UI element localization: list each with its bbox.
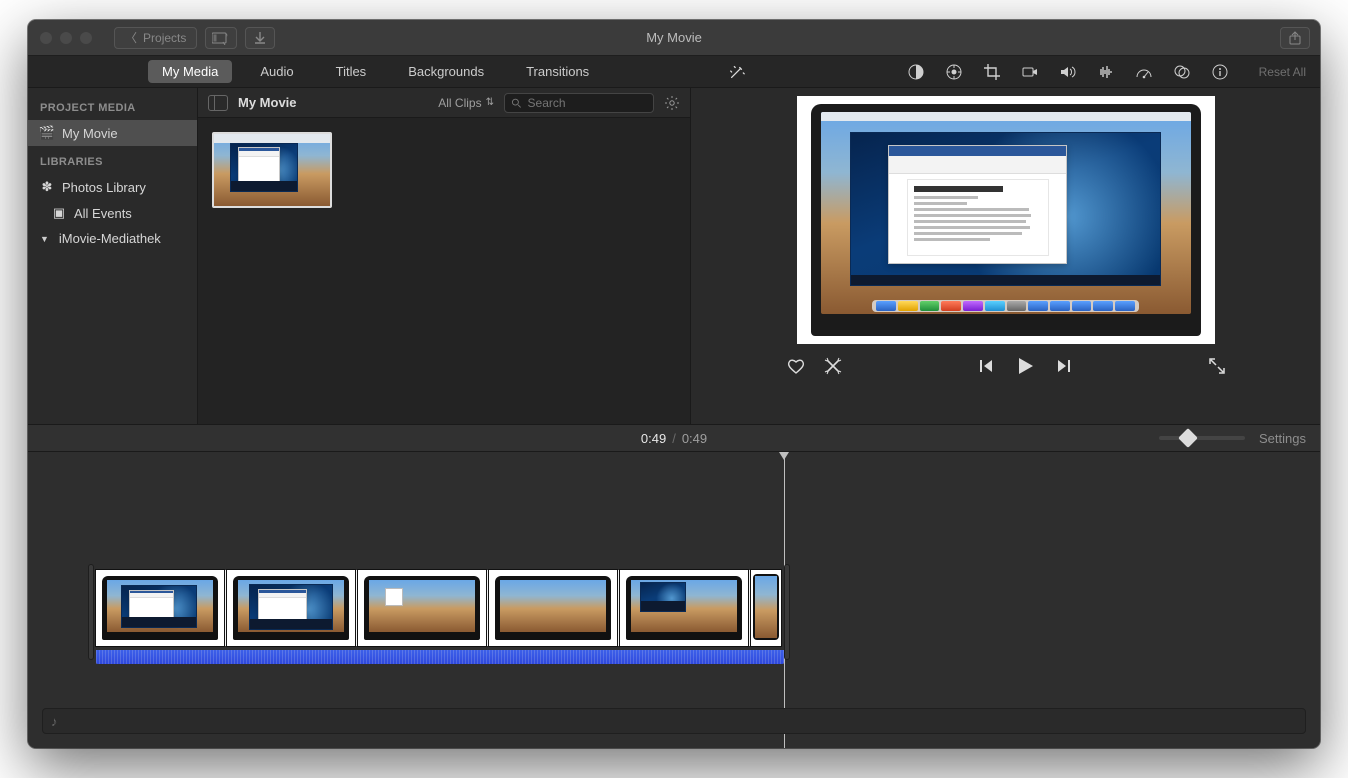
sidebar-item-label: Photos Library (62, 180, 146, 195)
timeline-clip-frame[interactable] (227, 570, 355, 646)
filters-icon[interactable] (1173, 63, 1191, 81)
clip-trim-handle-left[interactable] (88, 564, 94, 660)
background-music-track[interactable]: ♪ (42, 708, 1306, 734)
star-box-icon: ▣ (52, 205, 66, 221)
audio-waveform[interactable] (96, 650, 784, 664)
projects-back-label: Projects (143, 31, 186, 45)
playhead-time: 0:49 (641, 431, 666, 446)
titlebar: 〈Projects ♪ My Movie (28, 20, 1320, 56)
noise-equalizer-icon[interactable] (1097, 63, 1115, 81)
left-column: PROJECT MEDIA 🎬 My Movie LIBRARIES ✽ Pho… (28, 88, 691, 424)
zoom-window-button[interactable] (80, 32, 92, 44)
sidebar-item-all-events[interactable]: ▣ All Events (28, 200, 197, 226)
window-controls (40, 32, 92, 44)
prev-frame-button[interactable] (977, 357, 995, 375)
zoom-slider[interactable] (1159, 436, 1245, 440)
search-field[interactable] (504, 93, 654, 113)
stabilization-icon[interactable] (1021, 63, 1039, 81)
tab-my-media[interactable]: My Media (148, 60, 232, 83)
reset-all-button[interactable]: Reset All (1259, 65, 1306, 79)
video-track[interactable] (96, 570, 781, 654)
timeline-clip-frame[interactable] (489, 570, 617, 646)
clip-trim-handle-right[interactable] (784, 564, 790, 660)
preview-content (811, 104, 1201, 336)
sidebar: PROJECT MEDIA 🎬 My Movie LIBRARIES ✽ Pho… (28, 88, 198, 424)
zoom-thumb[interactable] (1178, 428, 1198, 448)
browser-settings-gear-icon[interactable] (664, 95, 680, 111)
close-window-button[interactable] (40, 32, 52, 44)
media-clip-thumbnail[interactable]: 11m (212, 132, 332, 208)
info-icon[interactable] (1211, 63, 1229, 81)
svg-text:♪: ♪ (225, 33, 228, 39)
timeline-clip-frame[interactable] (358, 570, 486, 646)
timeline[interactable]: ♪ (28, 452, 1320, 748)
crop-icon[interactable] (983, 63, 1001, 81)
reject-x-icon[interactable] (824, 357, 842, 375)
timeline-clip-frame[interactable] (620, 570, 748, 646)
preview-viewer[interactable] (797, 96, 1215, 344)
chevron-up-down-icon: ⇅ (486, 97, 494, 108)
search-icon (511, 97, 522, 109)
speed-icon[interactable] (1135, 63, 1153, 81)
tab-titles[interactable]: Titles (322, 60, 381, 83)
music-note-icon: ♪ (51, 714, 58, 729)
sidebar-heading-project-media: PROJECT MEDIA (28, 92, 197, 120)
playback-controls (786, 354, 1226, 378)
sidebar-item-my-movie[interactable]: 🎬 My Movie (28, 120, 197, 146)
list-view-toggle[interactable] (208, 95, 228, 111)
timeline-header: 0:49 / 0:49 Settings (28, 424, 1320, 452)
media-tabs: My Media Audio Titles Backgrounds Transi… (148, 60, 603, 83)
disclosure-triangle-icon[interactable]: ▼ (40, 234, 49, 244)
projects-back-button[interactable]: 〈Projects (114, 27, 197, 49)
timeline-settings-button[interactable]: Settings (1259, 431, 1306, 446)
tab-backgrounds[interactable]: Backgrounds (394, 60, 498, 83)
minimize-window-button[interactable] (60, 32, 72, 44)
volume-icon[interactable] (1059, 63, 1077, 81)
color-balance-icon[interactable] (907, 63, 925, 81)
total-duration: 0:49 (682, 431, 707, 446)
next-frame-button[interactable] (1055, 357, 1073, 375)
browser-title: My Movie (238, 95, 297, 110)
import-download-button[interactable] (245, 27, 275, 49)
magic-wand-icon[interactable] (728, 63, 746, 81)
color-correction-icon[interactable] (945, 63, 963, 81)
media-browser: My Movie All Clips ⇅ (198, 88, 690, 424)
search-input[interactable] (528, 96, 647, 110)
sidebar-item-label: iMovie-Mediathek (59, 231, 161, 246)
tab-audio[interactable]: Audio (246, 60, 307, 83)
browser-header: My Movie All Clips ⇅ (198, 88, 690, 118)
browser-body: 11m (198, 118, 690, 424)
sidebar-item-imovie-library[interactable]: ▼ iMovie-Mediathek (28, 226, 197, 251)
timeline-clip-frame[interactable] (751, 570, 781, 646)
adjust-toolbar: Reset All (907, 56, 1306, 88)
enhance-wand-area (728, 56, 746, 88)
time-separator: / (672, 431, 676, 446)
titlebar-left-controls: 〈Projects ♪ (114, 27, 275, 49)
clips-filter-dropdown[interactable]: All Clips ⇅ (438, 96, 494, 110)
favorite-heart-icon[interactable] (786, 356, 806, 376)
tabs-row: My Media Audio Titles Backgrounds Transi… (28, 56, 1320, 88)
upper-panes: PROJECT MEDIA 🎬 My Movie LIBRARIES ✽ Pho… (28, 88, 1320, 424)
flower-icon: ✽ (40, 179, 54, 195)
timeline-clip-frame[interactable] (96, 570, 224, 646)
preview-panel (691, 88, 1320, 424)
sidebar-item-photos-library[interactable]: ✽ Photos Library (28, 174, 197, 200)
tab-transitions[interactable]: Transitions (512, 60, 603, 83)
sidebar-item-label: My Movie (62, 126, 118, 141)
imovie-window: 〈Projects ♪ My Movie My Media Audio Titl… (28, 20, 1320, 748)
play-button[interactable] (1013, 354, 1037, 378)
media-import-button[interactable]: ♪ (205, 27, 237, 49)
clips-filter-label: All Clips (438, 96, 481, 110)
fullscreen-icon[interactable] (1208, 357, 1226, 375)
share-button[interactable] (1280, 27, 1310, 49)
sidebar-heading-libraries: LIBRARIES (28, 146, 197, 174)
sidebar-item-label: All Events (74, 206, 132, 221)
clapper-icon: 🎬 (40, 125, 54, 141)
